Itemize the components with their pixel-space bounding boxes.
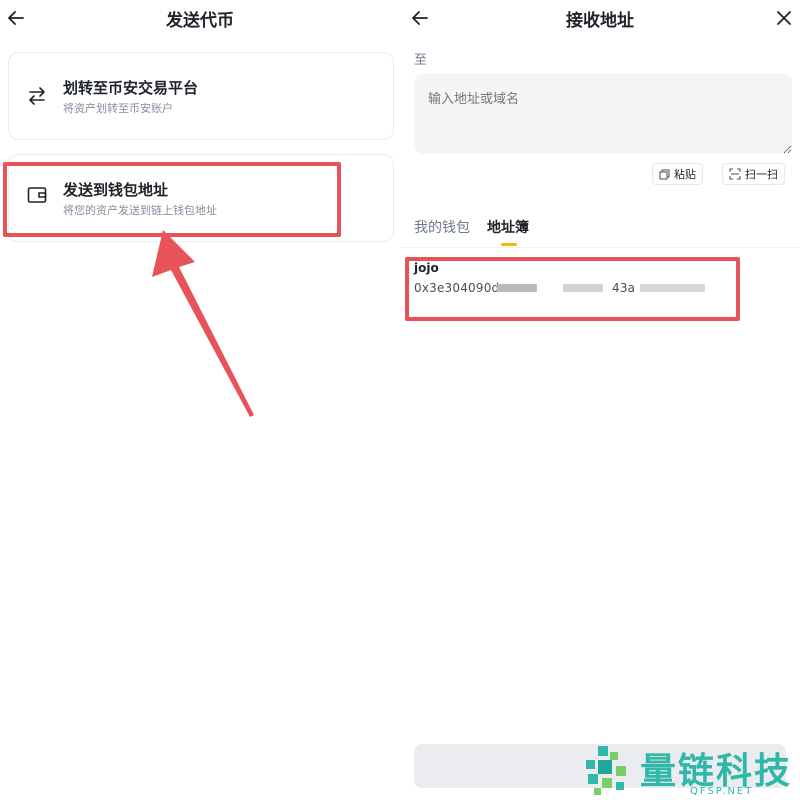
scan-label: 扫一扫 xyxy=(745,168,778,181)
paste-label: 粘贴 xyxy=(674,168,696,181)
tab-my-wallet[interactable]: 我的钱包 xyxy=(414,217,470,237)
watermark-logo-icon xyxy=(586,746,626,795)
active-tab-indicator xyxy=(501,243,517,246)
annotation-arrow-icon xyxy=(152,230,254,417)
scan-button[interactable]: 扫一扫 xyxy=(722,163,785,185)
swap-arrows-icon xyxy=(25,84,49,108)
page-title: 接收地址 xyxy=(566,11,634,31)
receive-address-screen: 接收地址 至 粘贴 扫一扫 我的钱包 地址簿 jojo 0x3e304090d … xyxy=(400,0,800,802)
watermark-domain: QFSP.NET xyxy=(690,786,754,797)
highlight-box xyxy=(405,257,740,321)
page-title: 发送代币 xyxy=(166,11,234,31)
send-token-screen: 发送代币 划转至币安交易平台 将资产划转至币安账户 发送到钱包地址 将您的资产发… xyxy=(0,0,400,802)
scan-icon xyxy=(729,168,741,180)
transfer-option-subtitle: 将资产划转至币安账户 xyxy=(63,102,173,115)
close-button[interactable] xyxy=(770,4,798,32)
address-input[interactable] xyxy=(414,74,792,154)
watermark: 量链科技 QFSP.NET xyxy=(578,740,798,800)
tab-divider xyxy=(400,247,800,248)
transfer-option-title: 划转至币安交易平台 xyxy=(63,79,199,97)
paste-button[interactable]: 粘贴 xyxy=(652,163,703,185)
to-label: 至 xyxy=(414,53,428,68)
transfer-to-exchange-option[interactable]: 划转至币安交易平台 将资产划转至币安账户 xyxy=(8,52,394,140)
close-icon xyxy=(777,11,791,25)
tab-address-book[interactable]: 地址簿 xyxy=(487,217,529,237)
copy-icon xyxy=(659,169,670,179)
